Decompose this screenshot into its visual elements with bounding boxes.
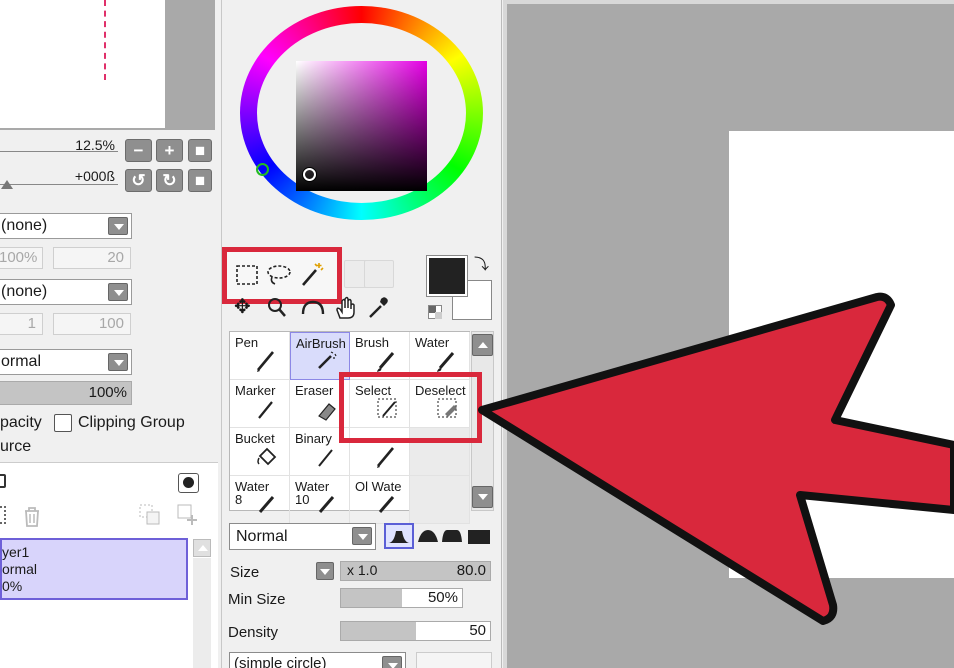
- effect-strength-field[interactable]: 100: [53, 313, 131, 335]
- lasso-icon[interactable]: [264, 262, 294, 288]
- new-layer-folder-button[interactable]: [178, 473, 199, 493]
- texture-combo[interactable]: (none): [0, 213, 132, 239]
- brush-blend-combo[interactable]: Normal: [229, 523, 376, 550]
- tool-cell[interactable]: Ol Wate: [350, 476, 410, 524]
- rotation-slider[interactable]: [0, 184, 118, 185]
- layer-scrollbar[interactable]: [193, 558, 211, 668]
- density-label: Density: [228, 624, 279, 641]
- rotate-right-button[interactable]: ↻: [156, 169, 183, 192]
- layer-mode: ormal: [2, 561, 38, 577]
- brush-shape-value: (simple circle): [234, 655, 327, 668]
- layer-row[interactable]: yer1 ormal 0%: [0, 538, 188, 600]
- zoom-reset-button[interactable]: ■: [188, 139, 212, 162]
- navigator-thumbnail[interactable]: [0, 0, 215, 130]
- tool-cell[interactable]: Marker: [230, 380, 290, 428]
- chevron-down-icon: [108, 217, 128, 235]
- reset-colors-icon[interactable]: [428, 305, 442, 319]
- chevron-down-icon: [382, 656, 402, 668]
- layer-blend-combo[interactable]: ormal: [0, 349, 132, 375]
- selection-source-label: urce: [0, 438, 32, 455]
- texture-value-field[interactable]: 20: [53, 247, 131, 269]
- edge-soft-button[interactable]: [384, 523, 414, 549]
- hue-marker[interactable]: [256, 163, 269, 176]
- chevron-down-icon: [108, 353, 128, 371]
- rect-select-icon[interactable]: [234, 262, 260, 288]
- min-size-value: 50%: [427, 589, 458, 606]
- tool-cell[interactable]: Water 8: [230, 476, 290, 524]
- min-size-fill: [341, 589, 402, 607]
- preserve-opacity-label: pacity: [0, 414, 42, 431]
- zoom-in-button[interactable]: +: [156, 139, 183, 162]
- magic-wand-icon[interactable]: [298, 260, 328, 288]
- effect-combo-value: (none): [1, 283, 48, 300]
- min-size-label: Min Size: [228, 591, 286, 608]
- effect-combo[interactable]: (none): [0, 279, 132, 305]
- clipping-group-label: Clipping Group: [78, 414, 185, 431]
- rotation-value: +000ß: [74, 168, 115, 184]
- layer-mask-icon[interactable]: [0, 506, 6, 524]
- tool-cell[interactable]: Pen: [230, 332, 290, 380]
- merge-layer-icon[interactable]: [138, 503, 162, 527]
- new-layer-icon[interactable]: [0, 474, 6, 488]
- brush-shape-strength[interactable]: [416, 652, 492, 668]
- new-layer-plus-icon[interactable]: [176, 503, 200, 527]
- rotation-slider-thumb[interactable]: [1, 180, 13, 189]
- layer-opacity-value: 100%: [88, 384, 127, 401]
- chevron-down-icon: [108, 283, 128, 301]
- tool-placeholder: [364, 260, 394, 288]
- size-multiplier: x 1.0: [347, 562, 378, 578]
- eyedropper-icon[interactable]: [366, 296, 390, 320]
- brush-shape-combo[interactable]: (simple circle): [229, 652, 406, 668]
- tool-cell[interactable]: Bucket: [230, 428, 290, 476]
- canvas-guide-line: [104, 0, 106, 80]
- layer-scroll-up-button[interactable]: [193, 539, 211, 557]
- move-icon[interactable]: ✥: [234, 297, 260, 318]
- size-label: Size: [230, 564, 260, 581]
- density-fill: [341, 622, 416, 640]
- texture-percent-field[interactable]: 100%: [0, 247, 43, 269]
- size-multiplier-dropdown[interactable]: [316, 562, 334, 580]
- zoom-icon[interactable]: [266, 298, 288, 318]
- tool-cell[interactable]: Water 10: [290, 476, 350, 524]
- zoom-value: 12.5%: [75, 137, 115, 153]
- layer-name: yer1: [2, 544, 30, 560]
- color-picker-marker[interactable]: [303, 168, 316, 181]
- trash-icon[interactable]: [22, 506, 42, 528]
- left-panel: 12.5% +000ß − + ■ ↺ ↻ ■ (none) 100% 20 (…: [0, 0, 222, 668]
- brush-blend-value: Normal: [236, 528, 288, 545]
- clipping-group-checkbox[interactable]: [54, 414, 72, 432]
- swap-colors-icon[interactable]: ⤵: [474, 257, 492, 275]
- layer-opacity: 0%: [2, 578, 23, 594]
- pointer-arrow-icon: [455, 285, 954, 630]
- texture-combo-value: (none): [1, 217, 48, 234]
- zoom-out-button[interactable]: −: [125, 139, 152, 162]
- min-size-bar[interactable]: 50%: [340, 588, 463, 608]
- chevron-down-icon: [352, 527, 372, 545]
- rotate-icon[interactable]: [300, 300, 326, 318]
- rotate-reset-button[interactable]: ■: [188, 169, 212, 192]
- hand-icon[interactable]: [334, 296, 358, 320]
- rotate-left-button[interactable]: ↺: [125, 169, 152, 192]
- effect-width-field[interactable]: 1: [0, 313, 43, 335]
- edge-medium-button[interactable]: [417, 526, 439, 546]
- layer-blend-value: ormal: [1, 353, 42, 370]
- layer-opacity-bar[interactable]: 100%: [0, 381, 132, 405]
